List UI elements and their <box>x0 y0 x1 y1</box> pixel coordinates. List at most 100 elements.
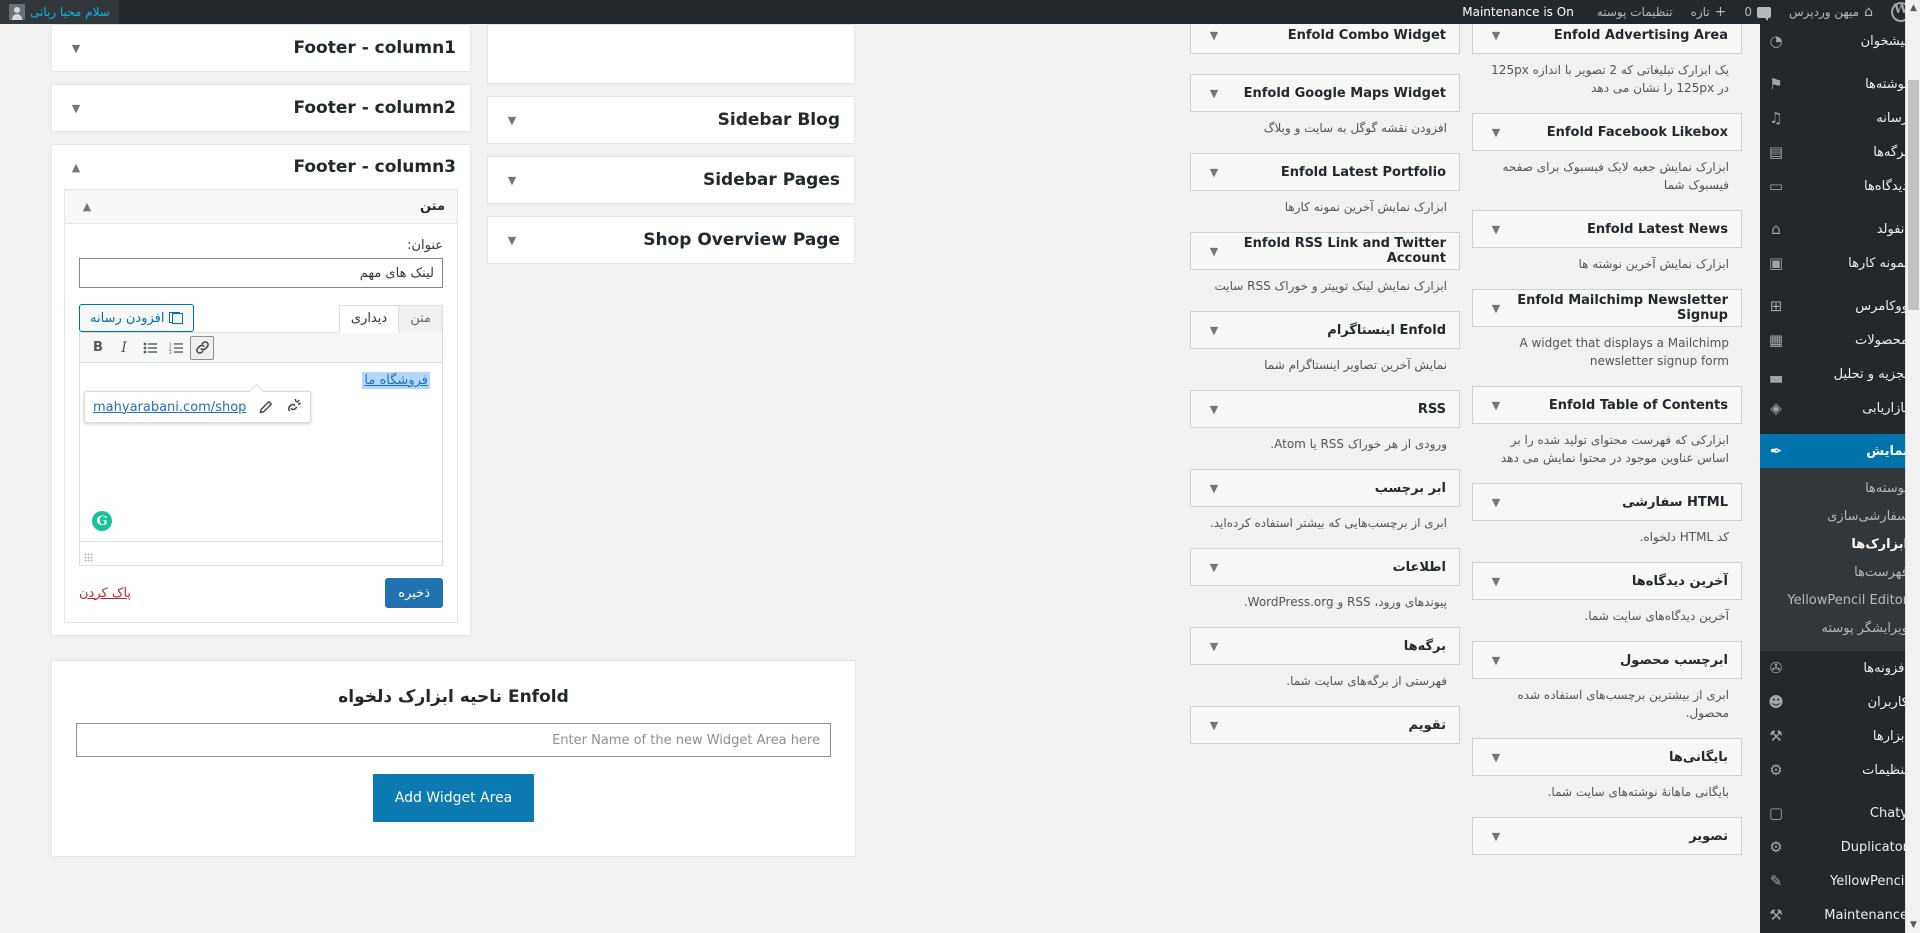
widget-card[interactable]: Enfold Facebook Likebox ▼ <box>1472 113 1742 151</box>
widget-card[interactable]: تقویم ▼ <box>1190 706 1460 744</box>
new-content-menu[interactable]: + تازه <box>1682 0 1736 24</box>
tab-visual[interactable]: دیداری <box>338 305 400 333</box>
chevron-up-icon[interactable]: ▲ <box>66 161 86 174</box>
editor-link-text[interactable]: فروشگاه ما <box>362 372 430 389</box>
sidebar-item-ووکامرس[interactable]: ووکامرس ⊞ <box>1760 289 1920 323</box>
sidebar-item-yellowpencil[interactable]: YellowPencil ✎ <box>1760 864 1920 898</box>
sidebar-area-header[interactable]: Footer - column3 ▲ <box>52 145 470 189</box>
sidebar-area-footer-column2[interactable]: Footer - column2 ▼ <box>51 84 471 132</box>
new-widget-area-name-input[interactable] <box>76 723 831 757</box>
sidebar-area-sidebar-blog[interactable]: Sidebar Blog ▼ <box>487 96 855 144</box>
chevron-down-icon[interactable]: ▼ <box>1486 654 1506 667</box>
sidebar-item-برگه‌ها[interactable]: برگه‌ها ▤ <box>1760 135 1920 169</box>
chevron-down-icon[interactable]: ▼ <box>1204 245 1224 258</box>
chevron-down-icon[interactable]: ▼ <box>1486 126 1506 139</box>
chevron-down-icon[interactable]: ▼ <box>66 42 86 55</box>
chevron-down-icon[interactable]: ▼ <box>1204 561 1224 574</box>
chevron-down-icon[interactable]: ▼ <box>1204 166 1224 179</box>
chevron-down-icon[interactable]: ▼ <box>1204 29 1224 42</box>
sidebar-area-footer-column1[interactable]: Footer - column1 ▼ <box>51 24 471 72</box>
widget-card[interactable]: ابر برچسب ▼ <box>1190 469 1460 507</box>
add-widget-area-button[interactable]: Add Widget Area <box>372 774 535 822</box>
maintenance-status[interactable]: Maintenance is On <box>1453 0 1588 24</box>
widget-card[interactable]: اطلاعات ▼ <box>1190 548 1460 586</box>
sidebar-item-chaty[interactable]: Chaty ▢ <box>1760 796 1920 830</box>
add-media-button[interactable]: افزودن رسانه <box>79 304 195 332</box>
widget-card[interactable]: برگه‌ها ▼ <box>1190 627 1460 665</box>
sidebar-item-duplicator[interactable]: Duplicator ⚙ <box>1760 830 1920 864</box>
comments-menu[interactable]: 0 <box>1735 0 1780 24</box>
chevron-down-icon[interactable]: ▼ <box>1486 223 1506 236</box>
sidebar-item-انفولد[interactable]: انفولد ⌂ <box>1760 212 1920 246</box>
widget-card[interactable]: Enfold Mailchimp Newsletter Signup ▼ <box>1472 289 1742 327</box>
sidebar-item-نوشته‌ها[interactable]: نوشته‌ها ⚑ <box>1760 67 1920 101</box>
text-widget-header[interactable]: متن ▲ <box>65 190 457 224</box>
pencil-icon[interactable] <box>256 398 274 416</box>
sidebar-item-نمونه-کارها[interactable]: نمونه کارها ▣ <box>1760 246 1920 280</box>
chevron-down-icon[interactable]: ▼ <box>1486 496 1506 509</box>
sidebar-item-افزونه‌ها[interactable]: افزونه‌ها ✇ <box>1760 651 1920 685</box>
widget-card[interactable]: Enfold اینستاگرام ▼ <box>1190 311 1460 349</box>
sidebar-item-دیدگاه‌ها[interactable]: دیدگاه‌ها ▭ <box>1760 169 1920 203</box>
chevron-down-icon[interactable]: ▼ <box>1204 87 1224 100</box>
chevron-down-icon[interactable]: ▼ <box>502 114 522 127</box>
site-name-menu[interactable]: ⌂ میهن وردپرس <box>1780 0 1882 24</box>
widget-title-input[interactable] <box>79 258 443 288</box>
sidebar-item-maintenance[interactable]: Maintenance ⚒ <box>1760 898 1920 932</box>
widget-card[interactable]: RSS ▼ <box>1190 390 1460 428</box>
ordered-list-icon[interactable]: 123 <box>164 336 188 360</box>
editor-content[interactable]: فروشگاه ما mahyarabani.com/shop G <box>80 363 442 541</box>
link-icon[interactable] <box>190 335 214 360</box>
chevron-down-icon[interactable]: ▼ <box>66 102 86 115</box>
bold-icon[interactable]: B <box>86 336 110 360</box>
sidebar-area-sidebar-pages[interactable]: Sidebar Pages ▼ <box>487 156 855 204</box>
chevron-down-icon[interactable]: ▼ <box>502 234 522 247</box>
sidebar-item-رسانه[interactable]: رسانه ♫ <box>1760 101 1920 135</box>
sidebar-item-تنظیمات[interactable]: تنظیمات ⚙ <box>1760 753 1920 787</box>
widget-card[interactable]: HTML سفارشی ▼ <box>1472 483 1742 521</box>
widget-card[interactable]: Enfold RSS Link and Twitter Account ▼ <box>1190 232 1460 270</box>
submenu-item-yellowpencil-editor[interactable]: YellowPencil Editor <box>1760 587 1920 615</box>
grammarly-icon[interactable]: G <box>92 511 112 531</box>
sidebar-item-محصولات[interactable]: محصولات ▦ <box>1760 323 1920 357</box>
scroll-down-arrow[interactable]: ▼ <box>1906 917 1920 933</box>
save-button[interactable]: ذخیره <box>385 578 443 608</box>
widget-card[interactable]: Enfold Combo Widget ▼ <box>1190 24 1460 54</box>
widget-card[interactable]: Enfold Advertising Area ▼ <box>1472 24 1742 54</box>
sidebar-item-نمایش[interactable]: نمایش ✒ <box>1760 434 1920 468</box>
chevron-down-icon[interactable]: ▼ <box>1486 830 1506 843</box>
sidebar-item-ابزارها[interactable]: ابزارها ⚒ <box>1760 719 1920 753</box>
submenu-item-فهرست‌ها[interactable]: فهرست‌ها <box>1760 559 1920 587</box>
chevron-down-icon[interactable]: ▼ <box>1204 719 1224 732</box>
submenu-item-ابزارک‌ها[interactable]: ابزارک‌ها <box>1760 531 1920 559</box>
widget-card[interactable]: ابرچسب محصول ▼ <box>1472 641 1742 679</box>
link-popup-url[interactable]: mahyarabani.com/shop <box>93 400 246 415</box>
widget-card[interactable]: تصویر ▼ <box>1472 817 1742 855</box>
widget-card[interactable]: آخرین دیدگاه‌ها ▼ <box>1472 562 1742 600</box>
chevron-down-icon[interactable]: ▼ <box>1204 640 1224 653</box>
resize-handle[interactable] <box>84 553 93 562</box>
chevron-up-icon[interactable]: ▲ <box>77 200 97 213</box>
submenu-item-پوسته‌ها[interactable]: پوسته‌ها <box>1760 475 1920 503</box>
sidebar-item-بازاریابی[interactable]: بازاریابی ◈ <box>1760 391 1920 425</box>
chevron-down-icon[interactable]: ▼ <box>1204 482 1224 495</box>
chevron-down-icon[interactable]: ▼ <box>1486 399 1506 412</box>
sidebar-item-کاربران[interactable]: کاربران ☻ <box>1760 685 1920 719</box>
widget-card[interactable]: بایگانی‌ها ▼ <box>1472 738 1742 776</box>
scrollbar-thumb[interactable] <box>1908 80 1919 310</box>
chevron-down-icon[interactable]: ▼ <box>502 174 522 187</box>
unordered-list-icon[interactable] <box>138 336 162 360</box>
chevron-down-icon[interactable]: ▼ <box>1204 324 1224 337</box>
sidebar-item-تجزیه-و-تحلیل[interactable]: تجزیه و تحلیل ▃ <box>1760 357 1920 391</box>
widget-card[interactable]: Enfold Table of Contents ▼ <box>1472 386 1742 424</box>
chevron-down-icon[interactable]: ▼ <box>1486 751 1506 764</box>
account-menu[interactable]: سلام محیا ربانی <box>0 0 119 24</box>
tab-text[interactable]: متن <box>398 305 443 333</box>
widget-card[interactable]: Enfold Latest Portfolio ▼ <box>1190 153 1460 191</box>
sidebar-area-shop-overview-page[interactable]: Shop Overview Page ▼ <box>487 216 855 264</box>
sidebar-area-blank[interactable] <box>487 24 855 84</box>
delete-widget-link[interactable]: پاک کردن <box>79 586 131 601</box>
scroll-up-arrow[interactable]: ▲ <box>1906 0 1920 16</box>
sidebar-item-پیشخوان[interactable]: پیشخوان ◔ <box>1760 24 1920 58</box>
widget-card[interactable]: Enfold Google Maps Widget ▼ <box>1190 74 1460 112</box>
